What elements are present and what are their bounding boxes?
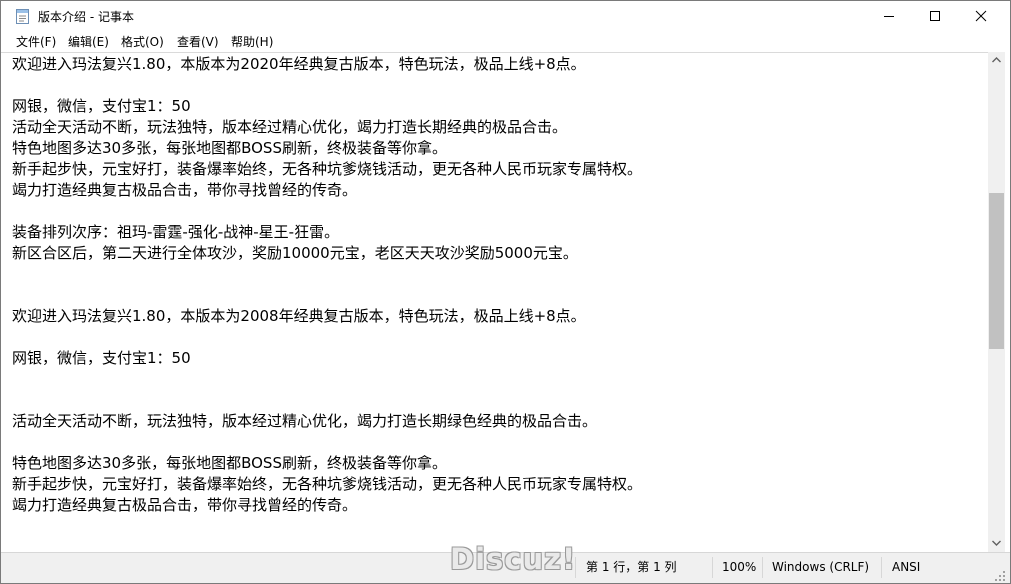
window-title: 版本介绍 - 记事本 xyxy=(38,10,134,24)
maximize-icon xyxy=(930,11,940,21)
text-line: 新手起步快，元宝好打，装备爆率始终，无各种坑爹烧钱活动，更无各种人民币玩家专属特… xyxy=(12,475,643,493)
status-divider xyxy=(712,557,713,578)
close-button[interactable] xyxy=(958,1,1004,31)
text-line: 网银，微信，支付宝1：50 xyxy=(12,349,191,367)
title-bar[interactable]: 版本介绍 - 记事本 xyxy=(1,1,1010,31)
scroll-thumb[interactable] xyxy=(989,193,1004,349)
scroll-down-button[interactable] xyxy=(988,535,1005,552)
notepad-icon xyxy=(16,8,30,24)
encoding: ANSI xyxy=(892,560,921,574)
vertical-scrollbar[interactable] xyxy=(988,52,1005,552)
resize-grip-icon[interactable] xyxy=(994,567,1006,581)
chevron-up-icon xyxy=(992,57,1001,63)
text-line: 装备排列次序：祖玛-雷霆-强化-战神-星王-狂雷。 xyxy=(12,223,340,241)
status-divider xyxy=(762,557,763,578)
menu-file[interactable]: 文件(F) xyxy=(16,33,56,50)
text-line: 活动全天活动不断，玩法独特，版本经过精心优化，竭力打造长期绿色经典的极品合击。 xyxy=(12,412,598,430)
chevron-down-icon xyxy=(992,540,1001,546)
text-line: 欢迎进入玛法复兴1.80，本版本为2008年经典复古版本，特色玩法，极品上线+8… xyxy=(12,307,586,325)
text-line: 新手起步快，元宝好打，装备爆率始终，无各种坑爹烧钱活动，更无各种人民币玩家专属特… xyxy=(12,160,643,178)
maximize-button[interactable] xyxy=(912,1,958,31)
minimize-button[interactable] xyxy=(866,1,912,31)
status-divider xyxy=(881,557,882,578)
menu-edit[interactable]: 编辑(E) xyxy=(68,33,109,50)
menu-format[interactable]: 格式(O) xyxy=(121,33,164,50)
zoom-level: 100% xyxy=(722,560,757,574)
text-line: 特色地图多达30多张，每张地图都BOSS刷新，终极装备等你拿。 xyxy=(12,139,447,157)
close-icon xyxy=(975,10,987,22)
menu-bar: 文件(F) 编辑(E) 格式(O) 查看(V) 帮助(H) xyxy=(1,31,1010,51)
menu-view[interactable]: 查看(V) xyxy=(177,33,219,50)
text-line: 欢迎进入玛法复兴1.80，本版本为2020年经典复古版本，特色玩法，极品上线+8… xyxy=(12,55,586,73)
text-line: 竭力打造经典复古极品合击，带你寻找曾经的传奇。 xyxy=(12,496,358,514)
minimize-icon xyxy=(884,16,894,17)
watermark-logo: Discuz! xyxy=(450,542,577,576)
text-line: 网银，微信，支付宝1：50 xyxy=(12,97,191,115)
text-editor[interactable]: 欢迎进入玛法复兴1.80，本版本为2020年经典复古版本，特色玩法，极品上线+8… xyxy=(1,52,988,553)
scroll-up-button[interactable] xyxy=(988,52,1005,69)
text-line: 竭力打造经典复古极品合击，带你寻找曾经的传奇。 xyxy=(12,181,358,199)
text-line: 新区合区后，第二天进行全体攻沙，奖励10000元宝，老区天天攻沙奖励5000元宝… xyxy=(12,244,578,262)
text-line: 活动全天活动不断，玩法独特，版本经过精心优化，竭力打造长期经典的极品合击。 xyxy=(12,118,568,136)
text-line: 特色地图多达30多张，每张地图都BOSS刷新，终极装备等你拿。 xyxy=(12,454,447,472)
line-ending: Windows (CRLF) xyxy=(772,560,870,574)
cursor-position: 第 1 行，第 1 列 xyxy=(586,560,677,574)
menu-help[interactable]: 帮助(H) xyxy=(231,33,273,50)
notepad-window: 版本介绍 - 记事本 文件(F) 编辑(E) 格式(O) 查看(V) 帮助(H)… xyxy=(0,0,1011,584)
